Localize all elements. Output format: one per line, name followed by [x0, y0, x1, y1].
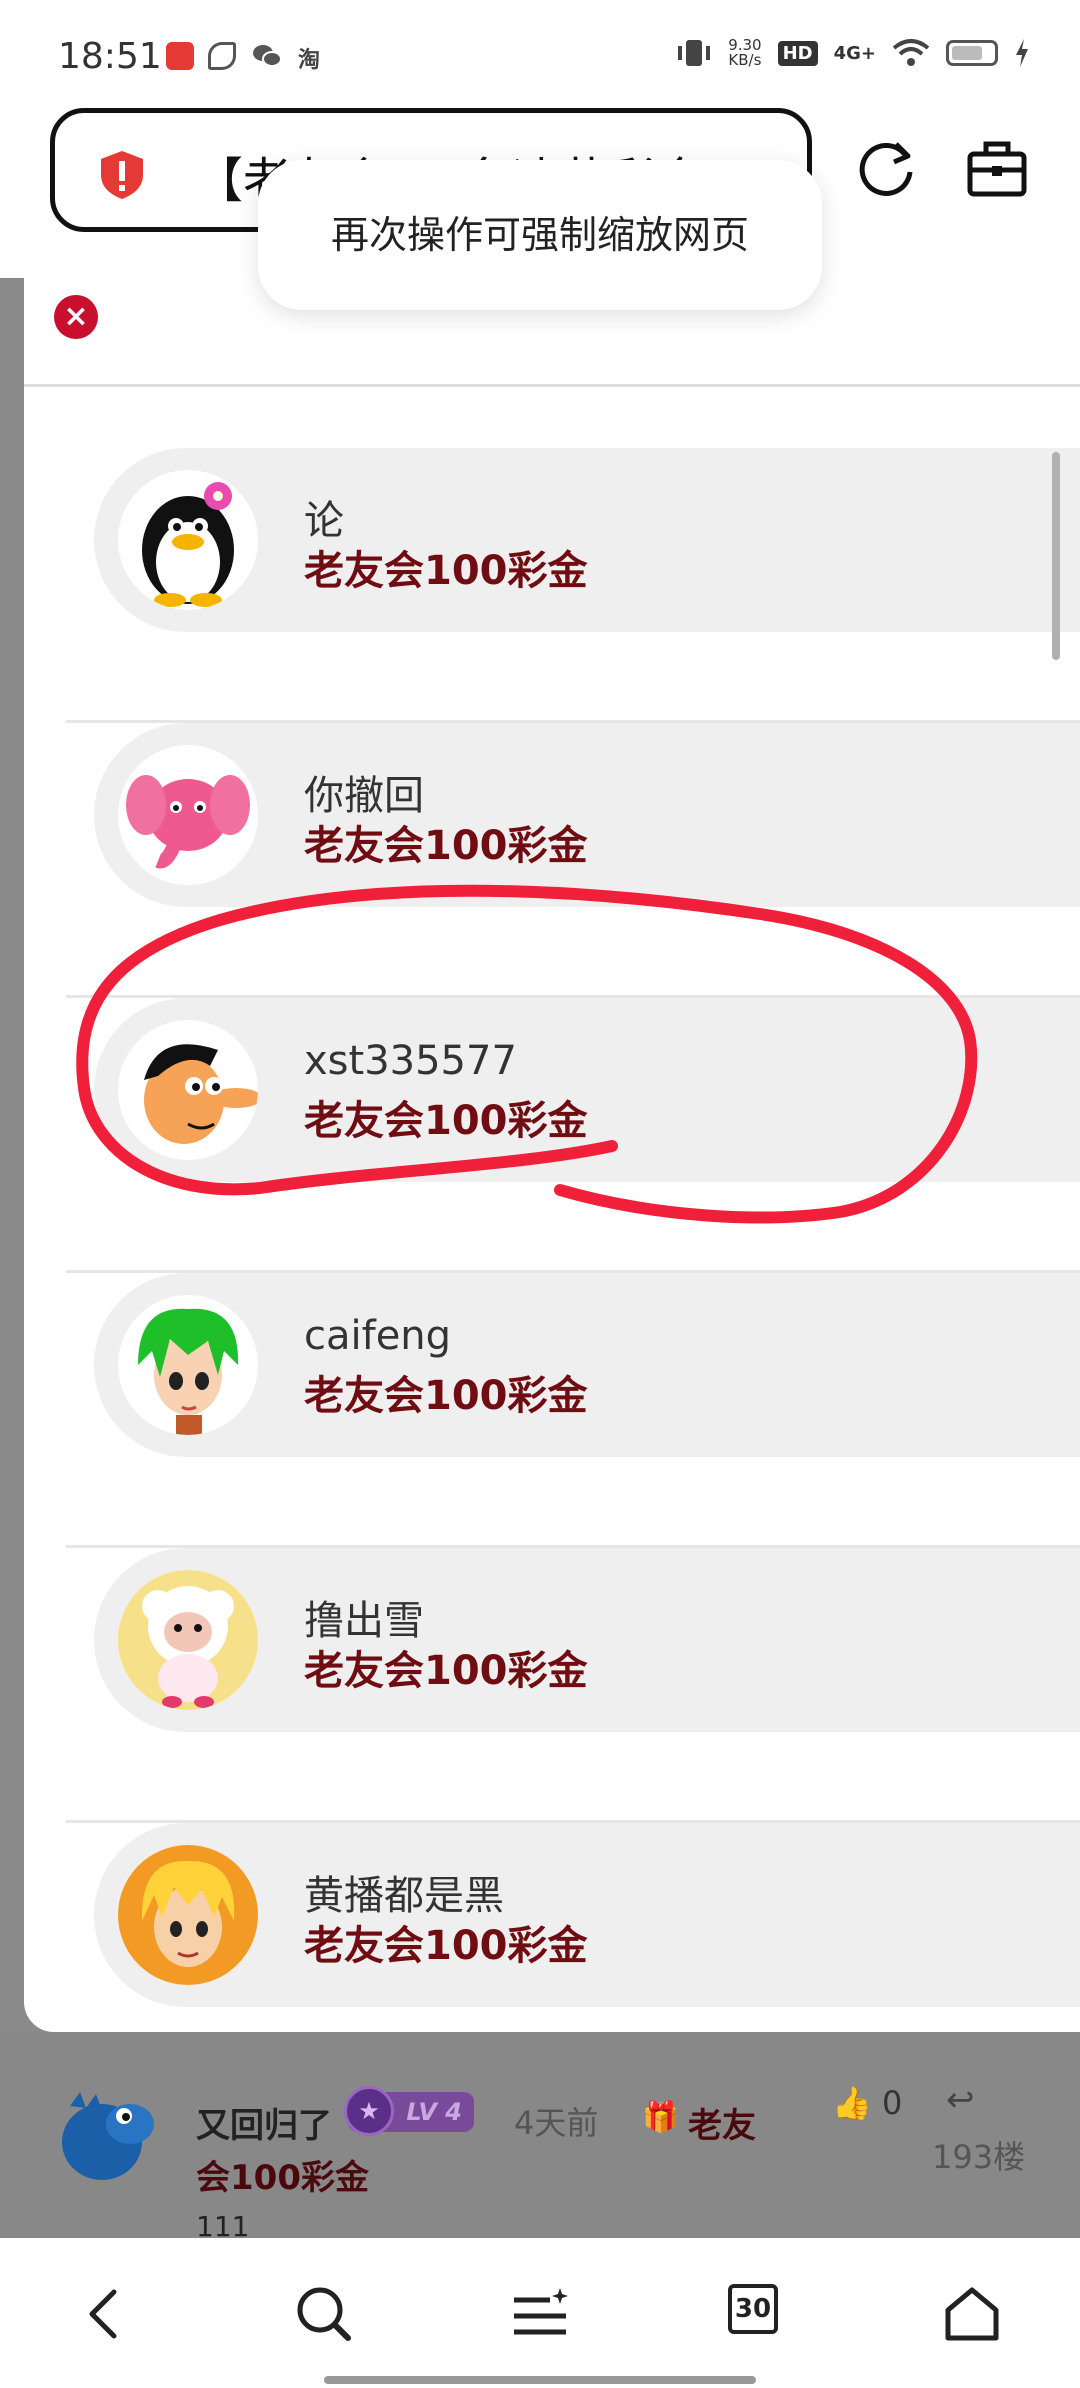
comment-gift-label: 老友: [688, 2106, 756, 2146]
thumbs-up-icon: 👍: [832, 2084, 872, 2122]
elephant-avatar[interactable]: [118, 745, 258, 885]
signal-icon: 4G+: [833, 42, 876, 64]
penguin-avatar[interactable]: [118, 470, 258, 610]
comment-item: 又回归了 LV 4 ★ 4天前 🎁 老友 会100彩金 111 👍 0 ↩ 19…: [0, 2032, 1080, 2243]
clock: 18:51: [58, 36, 162, 77]
app-icon-leaf: [208, 42, 236, 70]
reload-icon[interactable]: [856, 138, 918, 200]
comment-time: 4天前: [514, 2104, 599, 2142]
blond-hair-avatar[interactable]: [118, 1845, 258, 1985]
dinosaur-avatar[interactable]: [50, 2082, 160, 2192]
like-count: 0: [882, 2084, 903, 2122]
gift-label: 老友会100彩金: [304, 1373, 588, 1419]
network-speed: 9.30 KB/s: [728, 36, 762, 69]
hd-badge: HD: [777, 40, 818, 66]
tabs-button[interactable]: 30: [728, 2284, 778, 2334]
vibrate-icon: [678, 40, 711, 66]
list-item[interactable]: 论 老友会100彩金: [66, 448, 1080, 723]
list-item[interactable]: xst335577 老友会100彩金: [66, 998, 1080, 1273]
search-icon[interactable]: [294, 2284, 354, 2344]
status-bar: 18:51 淘 9.30 KB/s HD 4G+: [0, 0, 1080, 110]
gift-label: 老友会100彩金: [304, 548, 588, 594]
wifi-icon: [892, 39, 930, 66]
comment-gift-label-cont: 会100彩金: [196, 2158, 369, 2198]
bottom-navigation: 30: [0, 2238, 1080, 2388]
commenter-name[interactable]: 又回归了: [196, 2098, 332, 2147]
divider: [24, 384, 1080, 387]
gift-icon: 🎁: [642, 2100, 680, 2135]
cartoon-boy-avatar[interactable]: [118, 1020, 258, 1160]
app-icon-red: [166, 42, 194, 70]
charging-icon: [1016, 39, 1028, 67]
reply-icon[interactable]: ↩: [946, 2080, 975, 2120]
wechat-icon: [252, 42, 282, 70]
home-icon[interactable]: [942, 2284, 1002, 2344]
scrollbar[interactable]: [1052, 452, 1060, 660]
sheep-avatar[interactable]: [118, 1570, 258, 1710]
close-button[interactable]: ×: [54, 295, 98, 339]
home-indicator: [324, 2376, 756, 2384]
star-icon: ★: [344, 2086, 394, 2136]
list-item[interactable]: 你撤回 老友会100彩金: [66, 723, 1080, 998]
recipient-name: caifeng: [304, 1313, 452, 1359]
shield-warning-icon[interactable]: [99, 149, 145, 201]
like-button[interactable]: 👍 0: [832, 2084, 902, 2122]
zoom-toast: 再次操作可强制缩放网页: [258, 160, 822, 310]
gift-label: 老友会100彩金: [304, 1648, 588, 1694]
list-item[interactable]: 黄播都是黑 老友会100彩金: [66, 1823, 1080, 2032]
back-icon[interactable]: [76, 2284, 136, 2344]
battery-icon: [946, 40, 998, 66]
floor-number: 193楼: [932, 2138, 1026, 2176]
gift-label: 老友会100彩金: [304, 823, 588, 869]
list-item[interactable]: 撸出雪 老友会100彩金: [66, 1548, 1080, 1823]
menu-icon[interactable]: [510, 2284, 570, 2344]
gift-recipient-popup: × 论 老友会100彩金 你撤回 老友会100彩金 xst335577 老友会1: [24, 270, 1080, 2032]
recipient-name: xst335577: [304, 1038, 517, 1084]
recipient-list: 论 老友会100彩金 你撤回 老友会100彩金 xst335577 老友会100…: [66, 448, 1080, 2032]
status-icons: 9.30 KB/s HD 4G+: [676, 38, 1030, 68]
toolbox-icon[interactable]: [966, 138, 1028, 200]
green-hair-avatar[interactable]: [118, 1295, 258, 1435]
gift-label: 老友会100彩金: [304, 1923, 588, 1969]
list-item[interactable]: caifeng 老友会100彩金: [66, 1273, 1080, 1548]
taobao-icon: 淘: [298, 48, 321, 73]
gift-label: 老友会100彩金: [304, 1098, 588, 1144]
